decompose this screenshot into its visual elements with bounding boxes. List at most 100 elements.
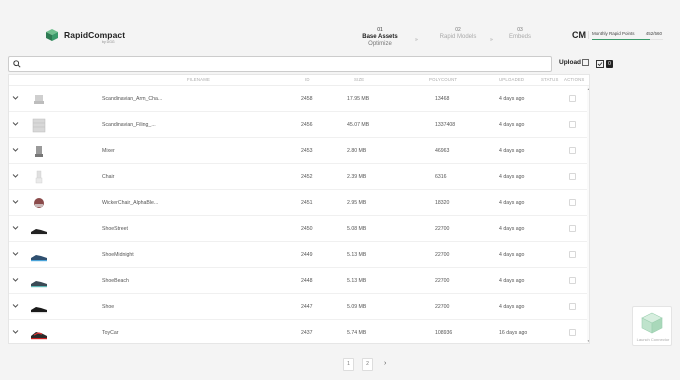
step-embeds[interactable]: 03 Embeds	[502, 27, 538, 41]
table-row[interactable]: Chair 2452 2.39 MB 6316 4 days ago	[9, 164, 589, 190]
asset-uploaded: 16 days ago	[499, 330, 528, 336]
column-header-id[interactable]: ID	[305, 77, 310, 82]
step-number: 02	[455, 27, 461, 33]
step-rapid-models[interactable]: 02 Rapid Models	[434, 27, 482, 41]
column-header-polycount[interactable]: POLYCOUNT	[429, 77, 457, 82]
asset-polycount: 22700	[435, 252, 450, 258]
points-value: 452/560	[645, 31, 662, 36]
asset-thumbnail[interactable]	[29, 247, 49, 263]
asset-polycount: 46963	[435, 148, 450, 154]
points-progress-bar	[592, 39, 663, 40]
table-row[interactable]: ShoeMidnight 2449 5.13 MB 22700 4 days ago	[9, 242, 589, 268]
row-select-checkbox[interactable]	[569, 147, 576, 154]
user-initials[interactable]: CM	[572, 30, 586, 40]
search-input[interactable]	[25, 58, 551, 70]
select-all-checkbox-icon[interactable]	[596, 60, 604, 68]
asset-filename[interactable]: Chair	[102, 174, 114, 180]
asset-filename[interactable]: Scandinavian_Arm_Cha...	[102, 96, 162, 102]
step-separator: »	[490, 37, 493, 43]
asset-filename[interactable]: ShoeMidnight	[102, 252, 134, 258]
rapid-points-meter: Monthly Rapid Points 452/560	[588, 31, 663, 40]
upload-button[interactable]: Upload	[559, 59, 590, 66]
table-row[interactable]: Mixer 2453 2.80 MB 46963 4 days ago	[9, 138, 589, 164]
asset-polycount: 1337408	[435, 122, 456, 128]
page-button-2[interactable]: 2	[362, 358, 373, 371]
scroll-up-icon[interactable]: ▲	[587, 87, 589, 91]
table-row[interactable]: Shoe 2447 5.09 MB 22700 4 days ago	[9, 294, 589, 320]
asset-thumbnail[interactable]	[29, 299, 49, 315]
chevron-down-icon[interactable]	[12, 199, 19, 205]
asset-filename[interactable]: ToyCar	[102, 330, 118, 336]
asset-id: 2453	[301, 148, 313, 154]
row-select-checkbox[interactable]	[569, 121, 576, 128]
asset-size: 17.95 MB	[347, 96, 370, 102]
table-row[interactable]: Scandinavian_Filing_... 2456 45.07 MB 13374…	[9, 112, 589, 138]
pagination: 1 2 ›	[343, 358, 397, 373]
asset-uploaded: 4 days ago	[499, 278, 525, 284]
cube-logo-icon	[46, 29, 58, 41]
row-select-checkbox[interactable]	[569, 199, 576, 206]
asset-thumbnail[interactable]	[29, 169, 49, 185]
asset-filename[interactable]: WickerChair_AlphaBle...	[102, 200, 158, 206]
asset-id: 2451	[301, 200, 313, 206]
row-select-checkbox[interactable]	[569, 251, 576, 258]
next-page-icon[interactable]: ›	[384, 360, 386, 367]
chevron-down-icon[interactable]	[12, 277, 19, 283]
chevron-down-icon[interactable]	[12, 95, 19, 101]
asset-filename[interactable]: ShoeStreet	[102, 226, 128, 232]
chevron-down-icon[interactable]	[12, 225, 19, 231]
asset-polycount: 6316	[435, 174, 447, 180]
step-base-assets[interactable]: 01 Base Assets Optimize	[356, 27, 404, 48]
asset-uploaded: 4 days ago	[499, 252, 525, 258]
table-row[interactable]: ShoeStreet 2450 5.08 MB 22700 4 days ago	[9, 216, 589, 242]
asset-filename[interactable]: Scandinavian_Filing_...	[102, 122, 156, 128]
table-row[interactable]: Scandinavian_Arm_Cha... 2458 17.95 MB 13468…	[9, 86, 589, 112]
chevron-down-icon[interactable]	[12, 303, 19, 309]
asset-polycount: 22700	[435, 304, 450, 310]
page-button-1[interactable]: 1	[343, 358, 354, 371]
app-subtitle: by DGG	[102, 40, 115, 44]
chevron-down-icon[interactable]	[12, 121, 19, 127]
asset-thumbnail[interactable]	[29, 273, 49, 289]
asset-thumbnail[interactable]	[29, 117, 49, 133]
search-bar[interactable]	[8, 56, 552, 72]
launch-connector-label: Launch Connector	[636, 337, 670, 342]
asset-polycount: 13468	[435, 96, 450, 102]
chevron-down-icon[interactable]	[12, 147, 19, 153]
asset-filename[interactable]: Shoe	[102, 304, 114, 310]
chevron-down-icon[interactable]	[12, 329, 19, 335]
table-row[interactable]: WickerChair_AlphaBle... 2451 2.95 MB 18320 4…	[9, 190, 589, 216]
column-header-uploaded[interactable]: UPLOADED	[499, 77, 524, 82]
asset-filename[interactable]: Mixer	[102, 148, 115, 154]
chevron-down-icon[interactable]	[12, 173, 19, 179]
column-header-size[interactable]: SIZE	[354, 77, 364, 82]
asset-thumbnail[interactable]	[29, 195, 49, 211]
asset-thumbnail[interactable]	[29, 221, 49, 237]
scroll-down-icon[interactable]: ▼	[587, 339, 589, 343]
column-header-status[interactable]: STATUS	[541, 77, 559, 82]
table-scrollbar[interactable]	[587, 86, 589, 343]
asset-size: 45.07 MB	[347, 122, 370, 128]
step-label: Rapid Models	[439, 34, 477, 40]
asset-thumbnail[interactable]	[29, 325, 49, 341]
asset-thumbnail[interactable]	[29, 91, 49, 107]
row-select-checkbox[interactable]	[569, 303, 576, 310]
table-row[interactable]: ToyCar 2437 5.74 MB 108936 16 days ago	[9, 320, 589, 343]
asset-size: 5.08 MB	[347, 226, 367, 232]
row-select-checkbox[interactable]	[569, 277, 576, 284]
row-select-checkbox[interactable]	[569, 329, 576, 336]
asset-polycount: 22700	[435, 226, 450, 232]
row-select-checkbox[interactable]	[569, 95, 576, 102]
table-row[interactable]: ShoeBeach 2448 5.13 MB 22700 4 days ago	[9, 268, 589, 294]
row-select-checkbox[interactable]	[569, 225, 576, 232]
asset-filename[interactable]: ShoeBeach	[102, 278, 129, 284]
column-header-filename[interactable]: FILENAME	[187, 77, 210, 82]
asset-uploaded: 4 days ago	[499, 200, 525, 206]
asset-polycount: 18320	[435, 200, 450, 206]
launch-connector-button[interactable]: Launch Connector	[632, 306, 672, 346]
asset-id: 2450	[301, 226, 313, 232]
selected-count-badge: 0	[606, 60, 613, 68]
row-select-checkbox[interactable]	[569, 173, 576, 180]
asset-thumbnail[interactable]	[29, 143, 49, 159]
chevron-down-icon[interactable]	[12, 251, 19, 257]
